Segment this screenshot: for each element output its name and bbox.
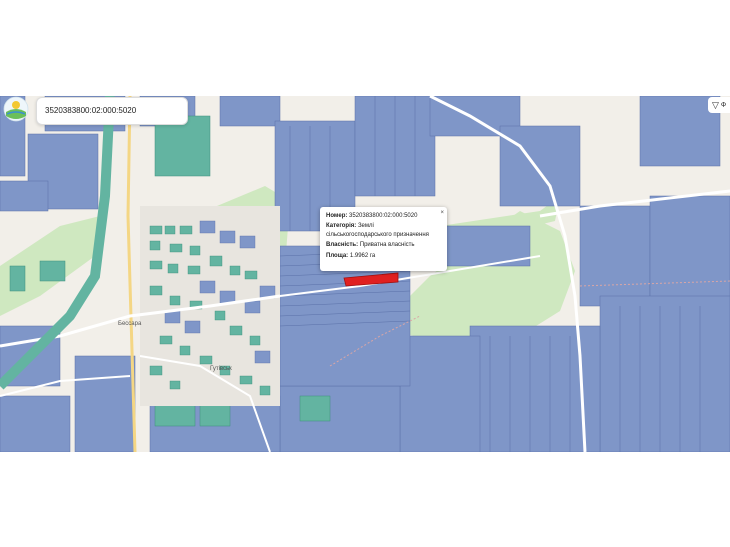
filter-button[interactable]: ▽ Ф (708, 97, 730, 113)
parcel-number-row: Номер: 3520383800:02:000:5020 (326, 211, 441, 222)
street-label: Бессара (118, 321, 142, 327)
parcel-area-label: Площа: (326, 253, 349, 259)
parcel-area-row: Площа: 1.9962 га (326, 251, 441, 262)
map-canvas[interactable] (0, 96, 730, 452)
parcel-number-label: Номер: (326, 213, 348, 219)
search-box[interactable] (36, 97, 188, 125)
parcel-area-value: 1.9962 га (349, 253, 376, 259)
parcel-ownership-row: Власність: Приватна власність (326, 240, 441, 251)
street-label: Гутівськ (210, 366, 232, 372)
parcel-ownership-value: Приватна власність (359, 242, 415, 248)
search-input[interactable] (37, 98, 185, 122)
parcel-category-row: Категорія: Землі сільськогосподарського … (326, 222, 441, 240)
cadastral-map[interactable]: Бессара Гутівськ (0, 96, 730, 452)
app-logo-icon[interactable] (3, 96, 29, 122)
close-icon[interactable]: × (440, 208, 444, 219)
filter-icon: ▽ (712, 99, 719, 110)
parcel-number-value: 3520383800:02:000:5020 (349, 213, 418, 219)
parcel-info-popup: × Номер: 3520383800:02:000:5020 Категорі… (320, 207, 447, 271)
parcel-ownership-label: Власність: (326, 242, 359, 248)
filter-label: Ф (720, 101, 727, 109)
parcel-category-label: Категорія: (326, 223, 357, 229)
